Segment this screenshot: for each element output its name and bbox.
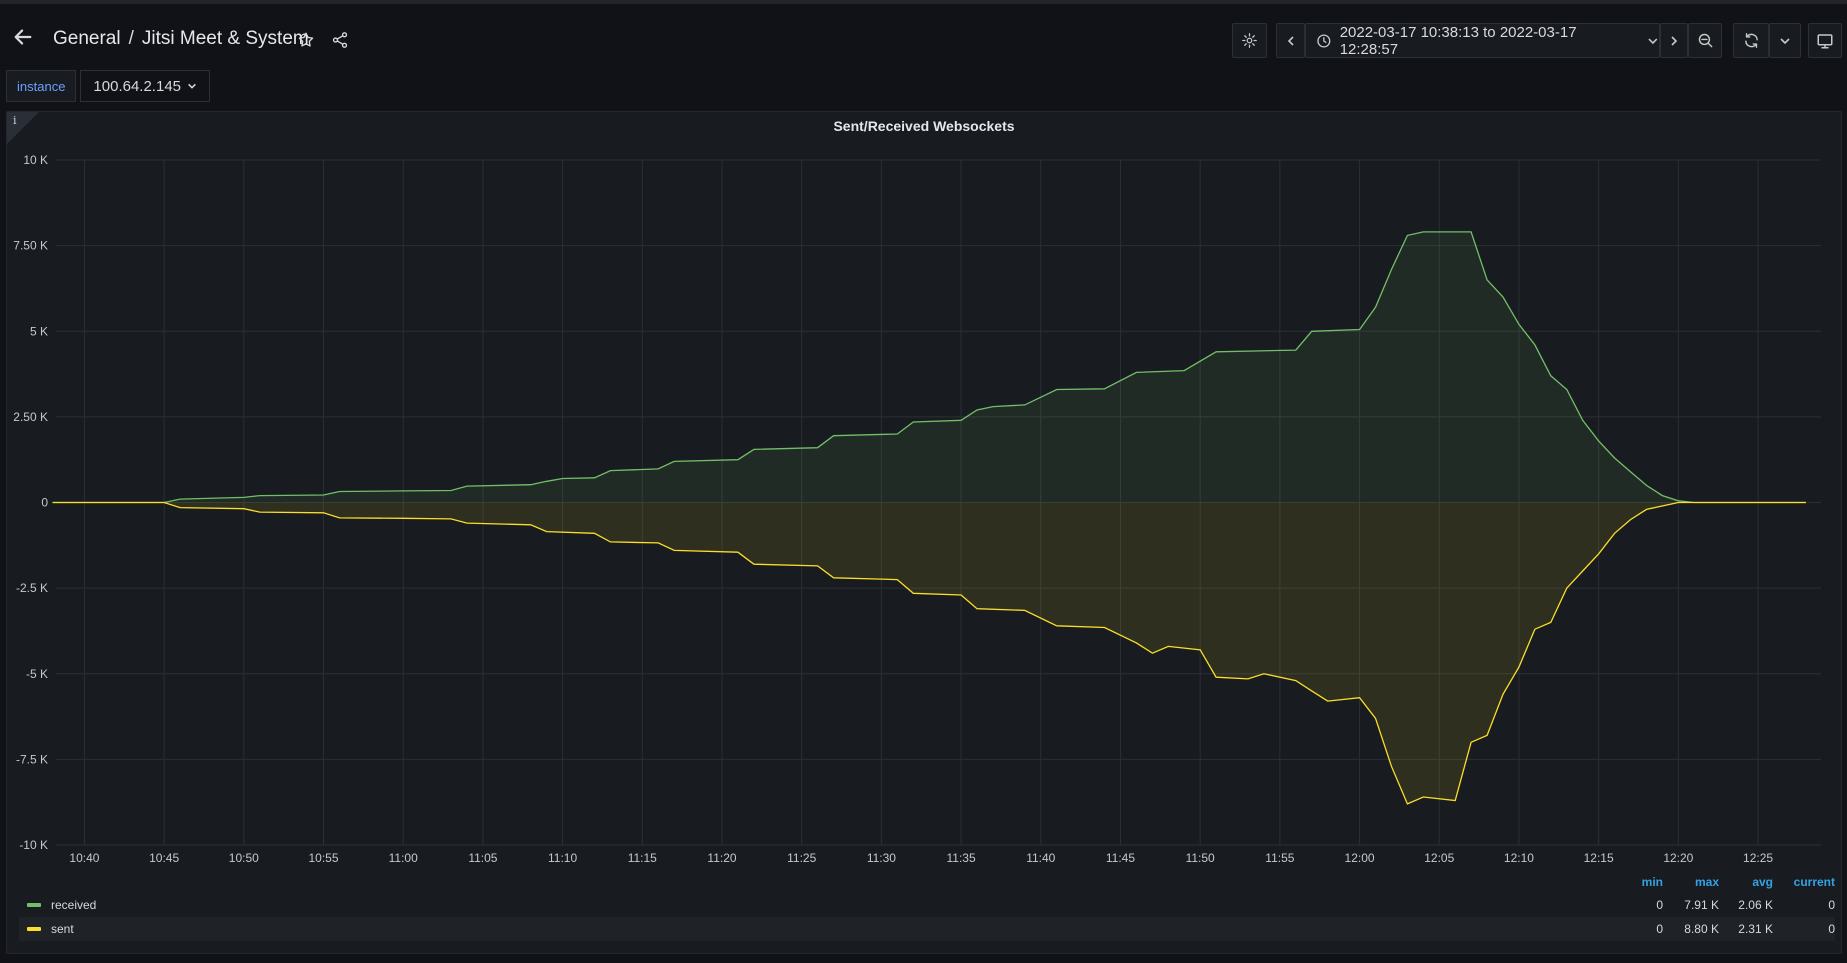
y-tick-label: -10 K: [19, 838, 48, 852]
y-tick-label: -5 K: [26, 667, 48, 681]
zoom-out-button[interactable]: [1688, 23, 1722, 58]
y-tick-label: 2.50 K: [13, 410, 48, 424]
legend-value-avg: 2.31 K: [1738, 922, 1773, 936]
x-tick-label: 11:35: [947, 851, 976, 865]
time-shift-back-button[interactable]: [1276, 23, 1305, 58]
back-button[interactable]: [10, 24, 36, 50]
legend-value-current: 0: [1828, 898, 1835, 912]
time-range-text: 2022-03-17 10:38:13 to 2022-03-17 12:28:…: [1339, 23, 1577, 58]
legend-col-avg[interactable]: avg: [1719, 875, 1773, 893]
x-tick-label: 11:10: [548, 851, 577, 865]
dashboard-header: General / Jitsi Meet & System 2022-03-17…: [0, 4, 1847, 70]
legend-col-current[interactable]: current: [1773, 875, 1835, 893]
legend-value-max: 8.80 K: [1684, 922, 1719, 936]
x-tick-label: 10:40: [69, 851, 99, 865]
legend-row-received[interactable]: received 0 7.91 K 2.06 K 0: [19, 893, 1835, 917]
series-area-sent: [52, 502, 1806, 804]
panel-title[interactable]: Sent/Received Websockets: [7, 118, 1841, 134]
share-icon: [332, 32, 348, 48]
legend-value-max: 7.91 K: [1684, 898, 1719, 912]
x-tick-label: 11:55: [1265, 851, 1294, 865]
x-tick-label: 10:55: [308, 851, 338, 865]
chevron-left-icon: [1287, 35, 1294, 46]
variable-label-instance: instance: [6, 70, 77, 102]
legend-value-avg: 2.06 K: [1738, 898, 1773, 912]
tv-mode-button[interactable]: [1808, 23, 1842, 58]
x-tick-label: 11:30: [867, 851, 896, 865]
x-tick-label: 12:05: [1424, 851, 1454, 865]
x-tick-label: 12:20: [1663, 851, 1693, 865]
legend-row-sent[interactable]: sent 0 8.80 K 2.31 K 0: [19, 917, 1835, 941]
gear-icon: [1242, 33, 1257, 48]
x-tick-label: 11:45: [1106, 851, 1135, 865]
y-tick-label: -7.5 K: [16, 752, 48, 766]
variable-value: 100.64.2.145: [93, 77, 182, 95]
star-button[interactable]: [293, 27, 319, 53]
legend-value-min: 0: [1656, 922, 1663, 936]
y-tick-label: 0: [41, 496, 48, 510]
x-tick-label: 12:15: [1584, 851, 1614, 865]
legend-series-name[interactable]: received: [51, 898, 1615, 912]
x-tick-label: 11:05: [468, 851, 497, 865]
x-tick-label: 11:15: [628, 851, 657, 865]
share-button[interactable]: [327, 27, 353, 53]
dashboard-title[interactable]: Jitsi Meet & System: [142, 28, 309, 50]
star-icon: [298, 32, 314, 47]
legend-col-min[interactable]: min: [1615, 875, 1663, 893]
websockets-panel: 10 K 7.50 K 5 K 2.50 K 0 -2.5 K -5 K -7.5 K -10 …: [6, 111, 1842, 954]
legend-header: min max avg current: [1615, 875, 1835, 893]
refresh-interval-dropdown[interactable]: [1769, 23, 1801, 58]
zoom-out-icon: [1698, 33, 1712, 48]
x-tick-label: 11:00: [389, 851, 418, 865]
y-tick-label: -2.5 K: [16, 581, 48, 595]
refresh-icon: [1744, 33, 1758, 48]
variables-row: instance 100.64.2.145: [6, 70, 211, 102]
variable-select-instance[interactable]: 100.64.2.145: [80, 70, 211, 102]
dashboard-settings-button[interactable]: [1232, 23, 1267, 58]
x-tick-label: 11:20: [707, 851, 736, 865]
legend-col-max[interactable]: max: [1663, 875, 1719, 893]
legend-swatch-received[interactable]: [27, 903, 41, 907]
websockets-chart[interactable]: 10 K 7.50 K 5 K 2.50 K 0 -2.5 K -5 K -7.5 K -10 …: [7, 112, 1843, 872]
chevron-down-icon: [1780, 37, 1790, 44]
monitor-icon: [1817, 33, 1833, 48]
legend-series-name[interactable]: sent: [51, 922, 1615, 936]
time-shift-forward-button[interactable]: [1660, 23, 1688, 58]
x-tick-label: 11:40: [1026, 851, 1055, 865]
legend-value-current: 0: [1828, 922, 1835, 936]
x-tick-label: 11:50: [1186, 851, 1215, 865]
chevron-down-icon: [1648, 37, 1658, 44]
legend-value-min: 0: [1656, 898, 1663, 912]
chevron-down-icon: [188, 83, 196, 89]
breadcrumb: General / Jitsi Meet & System: [53, 26, 309, 52]
x-tick-label: 10:45: [149, 851, 179, 865]
chevron-right-icon: [1671, 35, 1678, 46]
arrow-left-icon: [14, 29, 32, 45]
clock-icon: [1317, 33, 1331, 48]
x-tick-label: 12:00: [1345, 851, 1375, 865]
x-tick-label: 12:10: [1504, 851, 1534, 865]
legend-swatch-sent[interactable]: [27, 927, 41, 931]
y-tick-label: 7.50 K: [13, 239, 48, 253]
y-tick-label: 5 K: [30, 324, 48, 338]
breadcrumb-separator: /: [128, 28, 134, 49]
breadcrumb-folder[interactable]: General: [53, 28, 121, 50]
refresh-button[interactable]: [1733, 23, 1769, 58]
time-range-picker[interactable]: 2022-03-17 10:38:13 to 2022-03-17 12:28:…: [1305, 23, 1660, 58]
x-tick-label: 10:50: [229, 851, 259, 865]
x-tick-label: 12:25: [1743, 851, 1773, 865]
series-area-received: [52, 231, 1806, 503]
x-tick-label: 11:25: [787, 851, 816, 865]
y-tick-label: 10 K: [23, 153, 48, 167]
